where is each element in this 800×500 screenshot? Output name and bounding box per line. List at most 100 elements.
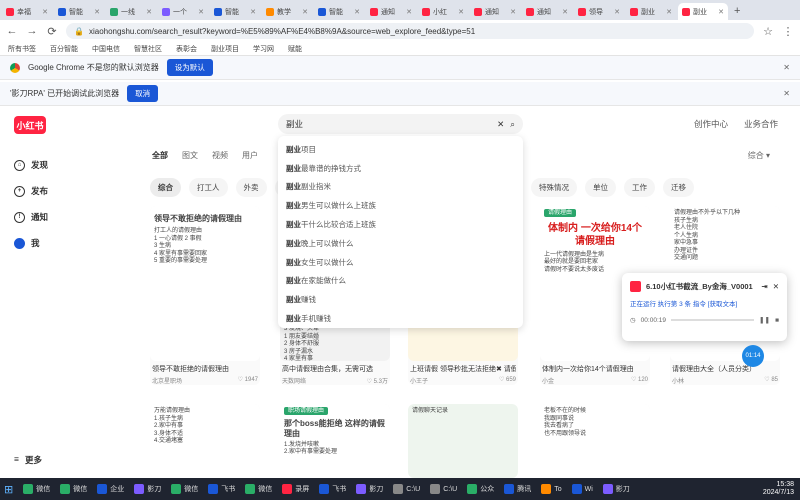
bookmark-item[interactable]: 所有书签: [8, 44, 36, 54]
reload-icon[interactable]: ⟳: [46, 25, 58, 38]
suggestion-item[interactable]: 副业 男生可以做什么上班族: [278, 196, 523, 215]
taskbar-app[interactable]: 影刀: [352, 480, 387, 498]
browser-tab[interactable]: 智能 ✕: [210, 3, 260, 20]
like-count[interactable]: ♡ 85: [764, 376, 778, 385]
set-default-button[interactable]: 设为默认: [166, 59, 213, 76]
like-count[interactable]: ♡ 5.3万: [367, 376, 388, 385]
taskbar-app[interactable]: 微信: [19, 480, 54, 498]
note-card[interactable]: 老板不在的时候 我跟同事说 我去看病了 也不用跟领导说: [540, 404, 650, 478]
close-icon[interactable]: ✕: [783, 89, 790, 98]
forward-icon[interactable]: →: [26, 25, 38, 37]
like-count[interactable]: ♡ 1947: [238, 376, 258, 385]
channel-tab[interactable]: 用户: [242, 150, 258, 161]
browser-tab[interactable]: 副业 ✕: [626, 3, 676, 20]
close-icon[interactable]: ✕: [773, 282, 779, 291]
channel-tab[interactable]: 图文: [182, 150, 198, 161]
close-icon[interactable]: ✕: [198, 8, 204, 16]
search-input[interactable]: 副业 ✕ ⌕: [278, 114, 523, 134]
close-icon[interactable]: ✕: [406, 8, 412, 16]
stop-icon[interactable]: ■: [775, 317, 779, 324]
recording-badge[interactable]: 01:14: [742, 345, 764, 367]
like-count[interactable]: ♡ 120: [631, 376, 648, 385]
channel-tab[interactable]: 视频: [212, 150, 228, 161]
bookmark-item[interactable]: 学习网: [253, 44, 274, 54]
note-card[interactable]: 领导不敢拒绝的请假理由 打工人的请假理由 1 一心请假 2 事假 3 生病 4 家里有…: [150, 206, 260, 385]
browser-tab[interactable]: 一线 ✕: [106, 3, 156, 20]
note-card[interactable]: 请假聊天记录: [408, 404, 518, 478]
bookmark-item[interactable]: 智慧社区: [134, 44, 162, 54]
taskbar-app[interactable]: 录屏: [278, 480, 313, 498]
close-icon[interactable]: ✕: [94, 8, 100, 16]
like-count[interactable]: ♡ 659: [499, 376, 516, 385]
taskbar-app[interactable]: To: [537, 480, 565, 498]
browser-tab[interactable]: 智能 ✕: [314, 3, 364, 20]
close-icon[interactable]: ✕: [666, 8, 672, 16]
close-icon[interactable]: ✕: [354, 8, 360, 16]
bookmark-item[interactable]: 中国电信: [92, 44, 120, 54]
browser-tab[interactable]: 智能 ✕: [54, 3, 104, 20]
taskbar-app[interactable]: C:\U: [389, 480, 424, 498]
taskbar-app[interactable]: 影刀: [599, 480, 634, 498]
taskbar-app[interactable]: C:\U: [426, 480, 461, 498]
taskbar-app[interactable]: 公众: [463, 480, 498, 498]
star-icon[interactable]: ☆: [762, 25, 774, 38]
note-card[interactable]: 职场请假理由 那个boss能拒绝 这样的请假理由 1.发烧并咳嗽 2.家中有事需要…: [280, 404, 390, 478]
nav-item-plus[interactable]: + 发布: [14, 178, 84, 204]
browser-tab[interactable]: 副业 ✕: [678, 3, 728, 20]
clear-icon[interactable]: ✕: [497, 119, 504, 130]
browser-tab[interactable]: 一个 ✕: [158, 3, 208, 20]
taskbar-app[interactable]: 企业: [93, 480, 128, 498]
browser-tab[interactable]: 通知 ✕: [366, 3, 416, 20]
suggestion-item[interactable]: 副业 晚上可以做什么: [278, 234, 523, 253]
close-icon[interactable]: ✕: [783, 63, 790, 72]
back-icon[interactable]: ←: [6, 25, 18, 37]
browser-tab[interactable]: 通知 ✕: [522, 3, 572, 20]
browser-tab[interactable]: 小红 ✕: [418, 3, 468, 20]
taskbar-app[interactable]: 飞书: [315, 480, 350, 498]
browser-tab[interactable]: 幸福 ✕: [2, 3, 52, 20]
search-icon[interactable]: ⌕: [510, 119, 515, 130]
filter-chip[interactable]: 迁移: [663, 178, 694, 197]
bookmark-item[interactable]: 百分智能: [50, 44, 78, 54]
close-icon[interactable]: ✕: [458, 8, 464, 16]
logo[interactable]: 小红书: [14, 116, 46, 134]
collapse-icon[interactable]: ⇥: [761, 282, 767, 291]
taskbar-app[interactable]: 微信: [241, 480, 276, 498]
pause-icon[interactable]: ❚❚: [759, 316, 770, 324]
nav-item-avatar[interactable]: ● 我: [14, 230, 84, 256]
suggestion-item[interactable]: 副业 副业指米: [278, 178, 523, 197]
browser-tab[interactable]: 通知 ✕: [470, 3, 520, 20]
sort-select[interactable]: 综合 ▾: [748, 150, 770, 161]
filter-chip[interactable]: 综合: [150, 178, 181, 197]
suggestion-item[interactable]: 副业 手机赚钱: [278, 309, 523, 328]
close-icon[interactable]: ✕: [718, 8, 724, 16]
top-link[interactable]: 创作中心: [694, 118, 728, 130]
suggestion-item[interactable]: 副业 女生可以做什么: [278, 253, 523, 272]
note-card[interactable]: 万能请假理由 1.孩子生病 2.家中有事 3.身体不适 4.交通堵塞: [150, 404, 260, 478]
nav-item-home[interactable]: ⌂ 发现: [14, 152, 84, 178]
taskbar-app[interactable]: 微信: [167, 480, 202, 498]
filter-chip[interactable]: 特殊情况: [531, 178, 577, 197]
close-icon[interactable]: ✕: [42, 8, 48, 16]
close-icon[interactable]: ✕: [614, 8, 620, 16]
browser-tab[interactable]: 领导 ✕: [574, 3, 624, 20]
close-icon[interactable]: ✕: [146, 8, 152, 16]
close-icon[interactable]: ✕: [510, 8, 516, 16]
url-bar[interactable]: 🔒 xiaohongshu.com/search_result?keyword=…: [66, 23, 754, 39]
bookmark-item[interactable]: 表彰会: [176, 44, 197, 54]
suggestion-item[interactable]: 副业 项目: [278, 140, 523, 159]
suggestion-item[interactable]: 副业 干什么比较合适上班族: [278, 215, 523, 234]
taskbar-app[interactable]: 腾讯: [500, 480, 535, 498]
taskbar-app[interactable]: 飞书: [204, 480, 239, 498]
bookmark-item[interactable]: 赋能: [288, 44, 302, 54]
top-link[interactable]: 业务合作: [744, 118, 778, 130]
menu-icon[interactable]: ⋮: [782, 25, 794, 38]
taskbar-app[interactable]: 影刀: [130, 480, 165, 498]
filter-chip[interactable]: 打工人: [189, 178, 228, 197]
close-icon[interactable]: ✕: [562, 8, 568, 16]
suggestion-item[interactable]: 副业 最靠谱的挣钱方式: [278, 159, 523, 178]
bookmark-item[interactable]: 副业项目: [211, 44, 239, 54]
close-icon[interactable]: ✕: [302, 8, 308, 16]
filter-chip[interactable]: 单位: [585, 178, 616, 197]
suggestion-item[interactable]: 副业 在家能做什么: [278, 272, 523, 291]
